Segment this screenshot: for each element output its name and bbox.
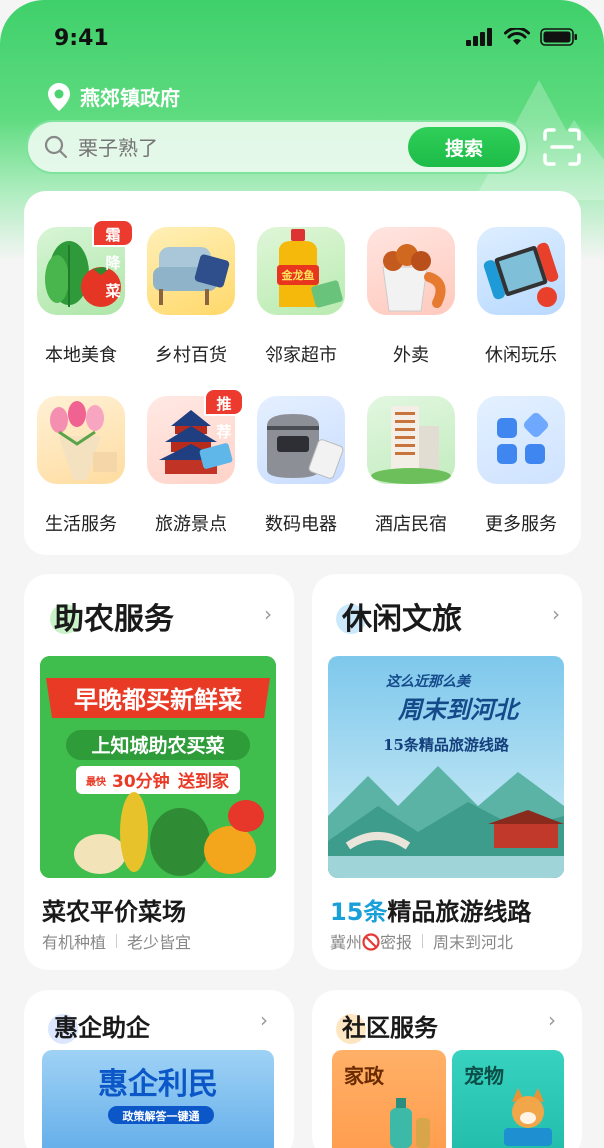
tour-tag-1-pre: 冀州 (330, 933, 363, 952)
grid-item-scenic-spots[interactable]: 推荐 旅游景点 (134, 388, 244, 546)
search-bar[interactable]: 搜索 (26, 120, 528, 174)
tour-title: 休闲文旅 (342, 602, 462, 637)
divider (422, 934, 424, 948)
community-title: 社区服务 (342, 1014, 438, 1042)
tour-name-highlight: 15条 (330, 898, 388, 926)
flowers-icon (37, 396, 125, 484)
location-selector[interactable]: 燕郊镇政府 (48, 82, 180, 111)
oil-brand-label: 金龙鱼 (281, 268, 315, 282)
tour-banner-line3: 15条精品旅游线路 (383, 736, 510, 754)
business-support-card[interactable]: 惠企助企 › 惠企利民 政策解答一键通 (24, 990, 294, 1148)
rice-cooker-icon (257, 396, 345, 484)
tour-name-rest: 精品旅游线路 (387, 898, 532, 926)
agri-banner[interactable]: 早晚都买新鲜菜 上知城助农买菜 最快 30分钟 送到家 (40, 656, 276, 878)
agri-name: 菜农平价菜场 (42, 898, 186, 926)
dog-icon (504, 1088, 552, 1146)
grid-item-hotels[interactable]: 酒店民宿 (354, 396, 464, 546)
grid-item-label: 邻家超市 (265, 345, 337, 366)
game-console-icon (477, 227, 565, 315)
community-tile-pets[interactable]: 宠物 (452, 1050, 564, 1148)
chevron-right-icon[interactable]: › (548, 1008, 556, 1032)
agri-banner-minutes: 30分钟 (112, 771, 170, 792)
grid-item-more-services[interactable]: 更多服务 (464, 396, 574, 546)
biz-banner-line1: 惠企利民 (98, 1067, 218, 1102)
app-screen: 9:41 燕郊镇政府 栗子熟了 搜索 霜降菜 本地美食 乡村百货 金龙鱼 邻家超… (0, 0, 604, 1148)
grid-item-label: 本地美食 (45, 345, 117, 366)
status-icons (466, 28, 578, 46)
agri-title: 助农服务 (54, 602, 174, 637)
armchair-icon (147, 227, 235, 315)
scan-icon[interactable] (542, 127, 582, 167)
agri-banner-fast: 最快 (86, 775, 107, 788)
grid-item-label: 酒店民宿 (375, 514, 447, 535)
tour-tag-1: 冀州 密报 (330, 929, 412, 953)
grid-item-label: 休闲玩乐 (485, 345, 557, 366)
chevron-right-icon[interactable]: › (552, 602, 560, 626)
community-tile-housekeeping[interactable]: 家政 (332, 1050, 446, 1148)
tour-banner[interactable]: 这么近那么美 周末到河北 15条精品旅游线路 (328, 656, 564, 878)
agri-banner-line1: 早晚都买新鲜菜 (74, 686, 242, 714)
location-pin-icon (48, 82, 70, 111)
search-icon (44, 135, 68, 159)
category-grid: 霜降菜 本地美食 乡村百货 金龙鱼 邻家超市 外卖 休闲玩乐 生活服务 推荐 旅… (24, 191, 581, 555)
no-entry-icon (362, 933, 380, 951)
grid-item-label: 乡村百货 (155, 345, 227, 366)
agri-tag: 老少皆宜 (127, 933, 192, 952)
agri-tags: 有机种植 老少皆宜 (42, 929, 191, 953)
hotel-building-icon (367, 396, 455, 484)
tag-badge: 霜降菜 (92, 219, 134, 300)
tour-tags: 冀州 密报 周末到河北 (330, 929, 513, 953)
grid-item-leisure[interactable]: 休闲玩乐 (464, 227, 574, 377)
grid-item-local-food[interactable]: 霜降菜 本地美食 (24, 219, 134, 377)
biz-banner-line2: 政策解答一键通 (123, 1109, 200, 1123)
tour-tag-2: 周末到河北 (433, 933, 514, 952)
battery-icon (540, 28, 577, 46)
grid-item-takeaway[interactable]: 外卖 (354, 227, 464, 377)
grid-item-neighbor-market[interactable]: 金龙鱼 邻家超市 (244, 227, 354, 377)
status-bar: 9:41 (0, 22, 604, 58)
chevron-right-icon[interactable]: › (260, 1008, 268, 1032)
agri-service-card[interactable]: 助农服务 › 早晚都买新鲜菜 上知城助农买菜 最快 30分钟 送到家 菜农平价菜… (24, 574, 294, 970)
fried-chicken-icon (367, 227, 455, 315)
grid-item-label: 更多服务 (485, 514, 557, 535)
grid-item-life-services[interactable]: 生活服务 (24, 396, 134, 546)
grid-item-label: 数码电器 (265, 514, 337, 535)
search-input[interactable] (78, 134, 398, 162)
grid-item-village-goods[interactable]: 乡村百货 (134, 227, 244, 377)
tour-tag-1-post: 密报 (380, 933, 413, 952)
agri-tag: 有机种植 (42, 933, 107, 952)
tag-badge: 推荐 (204, 388, 244, 441)
community-tile-label: 宠物 (464, 1064, 504, 1088)
agri-banner-line2: 上知城助农买菜 (91, 734, 224, 757)
grid-item-label: 外卖 (393, 345, 429, 366)
grid-item-digital-appliances[interactable]: 数码电器 (244, 396, 354, 546)
tourism-card[interactable]: 休闲文旅 › 这么近那么美 周末到河北 15条精品旅游线路 15条精品旅游线路 … (312, 574, 582, 970)
search-button[interactable]: 搜索 (408, 127, 520, 167)
agri-banner-delivery: 送到家 (178, 771, 229, 792)
wifi-icon (504, 28, 530, 45)
tour-banner-line1: 这么近那么美 (386, 673, 472, 690)
biz-banner[interactable]: 惠企利民 政策解答一键通 (42, 1050, 274, 1148)
grid-item-label: 旅游景点 (155, 514, 227, 535)
cleaning-supplies-icon (390, 1098, 430, 1148)
cooking-oil-icon: 金龙鱼 (257, 227, 345, 315)
more-grid-icon (477, 396, 565, 484)
tour-banner-line2: 周末到河北 (397, 695, 521, 724)
status-time: 9:41 (54, 26, 109, 51)
location-name: 燕郊镇政府 (80, 86, 180, 110)
tour-name: 15条精品旅游线路 (330, 892, 531, 927)
divider (116, 934, 118, 948)
community-tile-label: 家政 (344, 1064, 384, 1088)
biz-title: 惠企助企 (54, 1014, 150, 1042)
community-service-card[interactable]: 社区服务 › 家政 宠物 (312, 990, 582, 1148)
chevron-right-icon[interactable]: › (264, 602, 272, 626)
grid-item-label: 生活服务 (45, 514, 117, 535)
signal-icon (466, 28, 492, 46)
